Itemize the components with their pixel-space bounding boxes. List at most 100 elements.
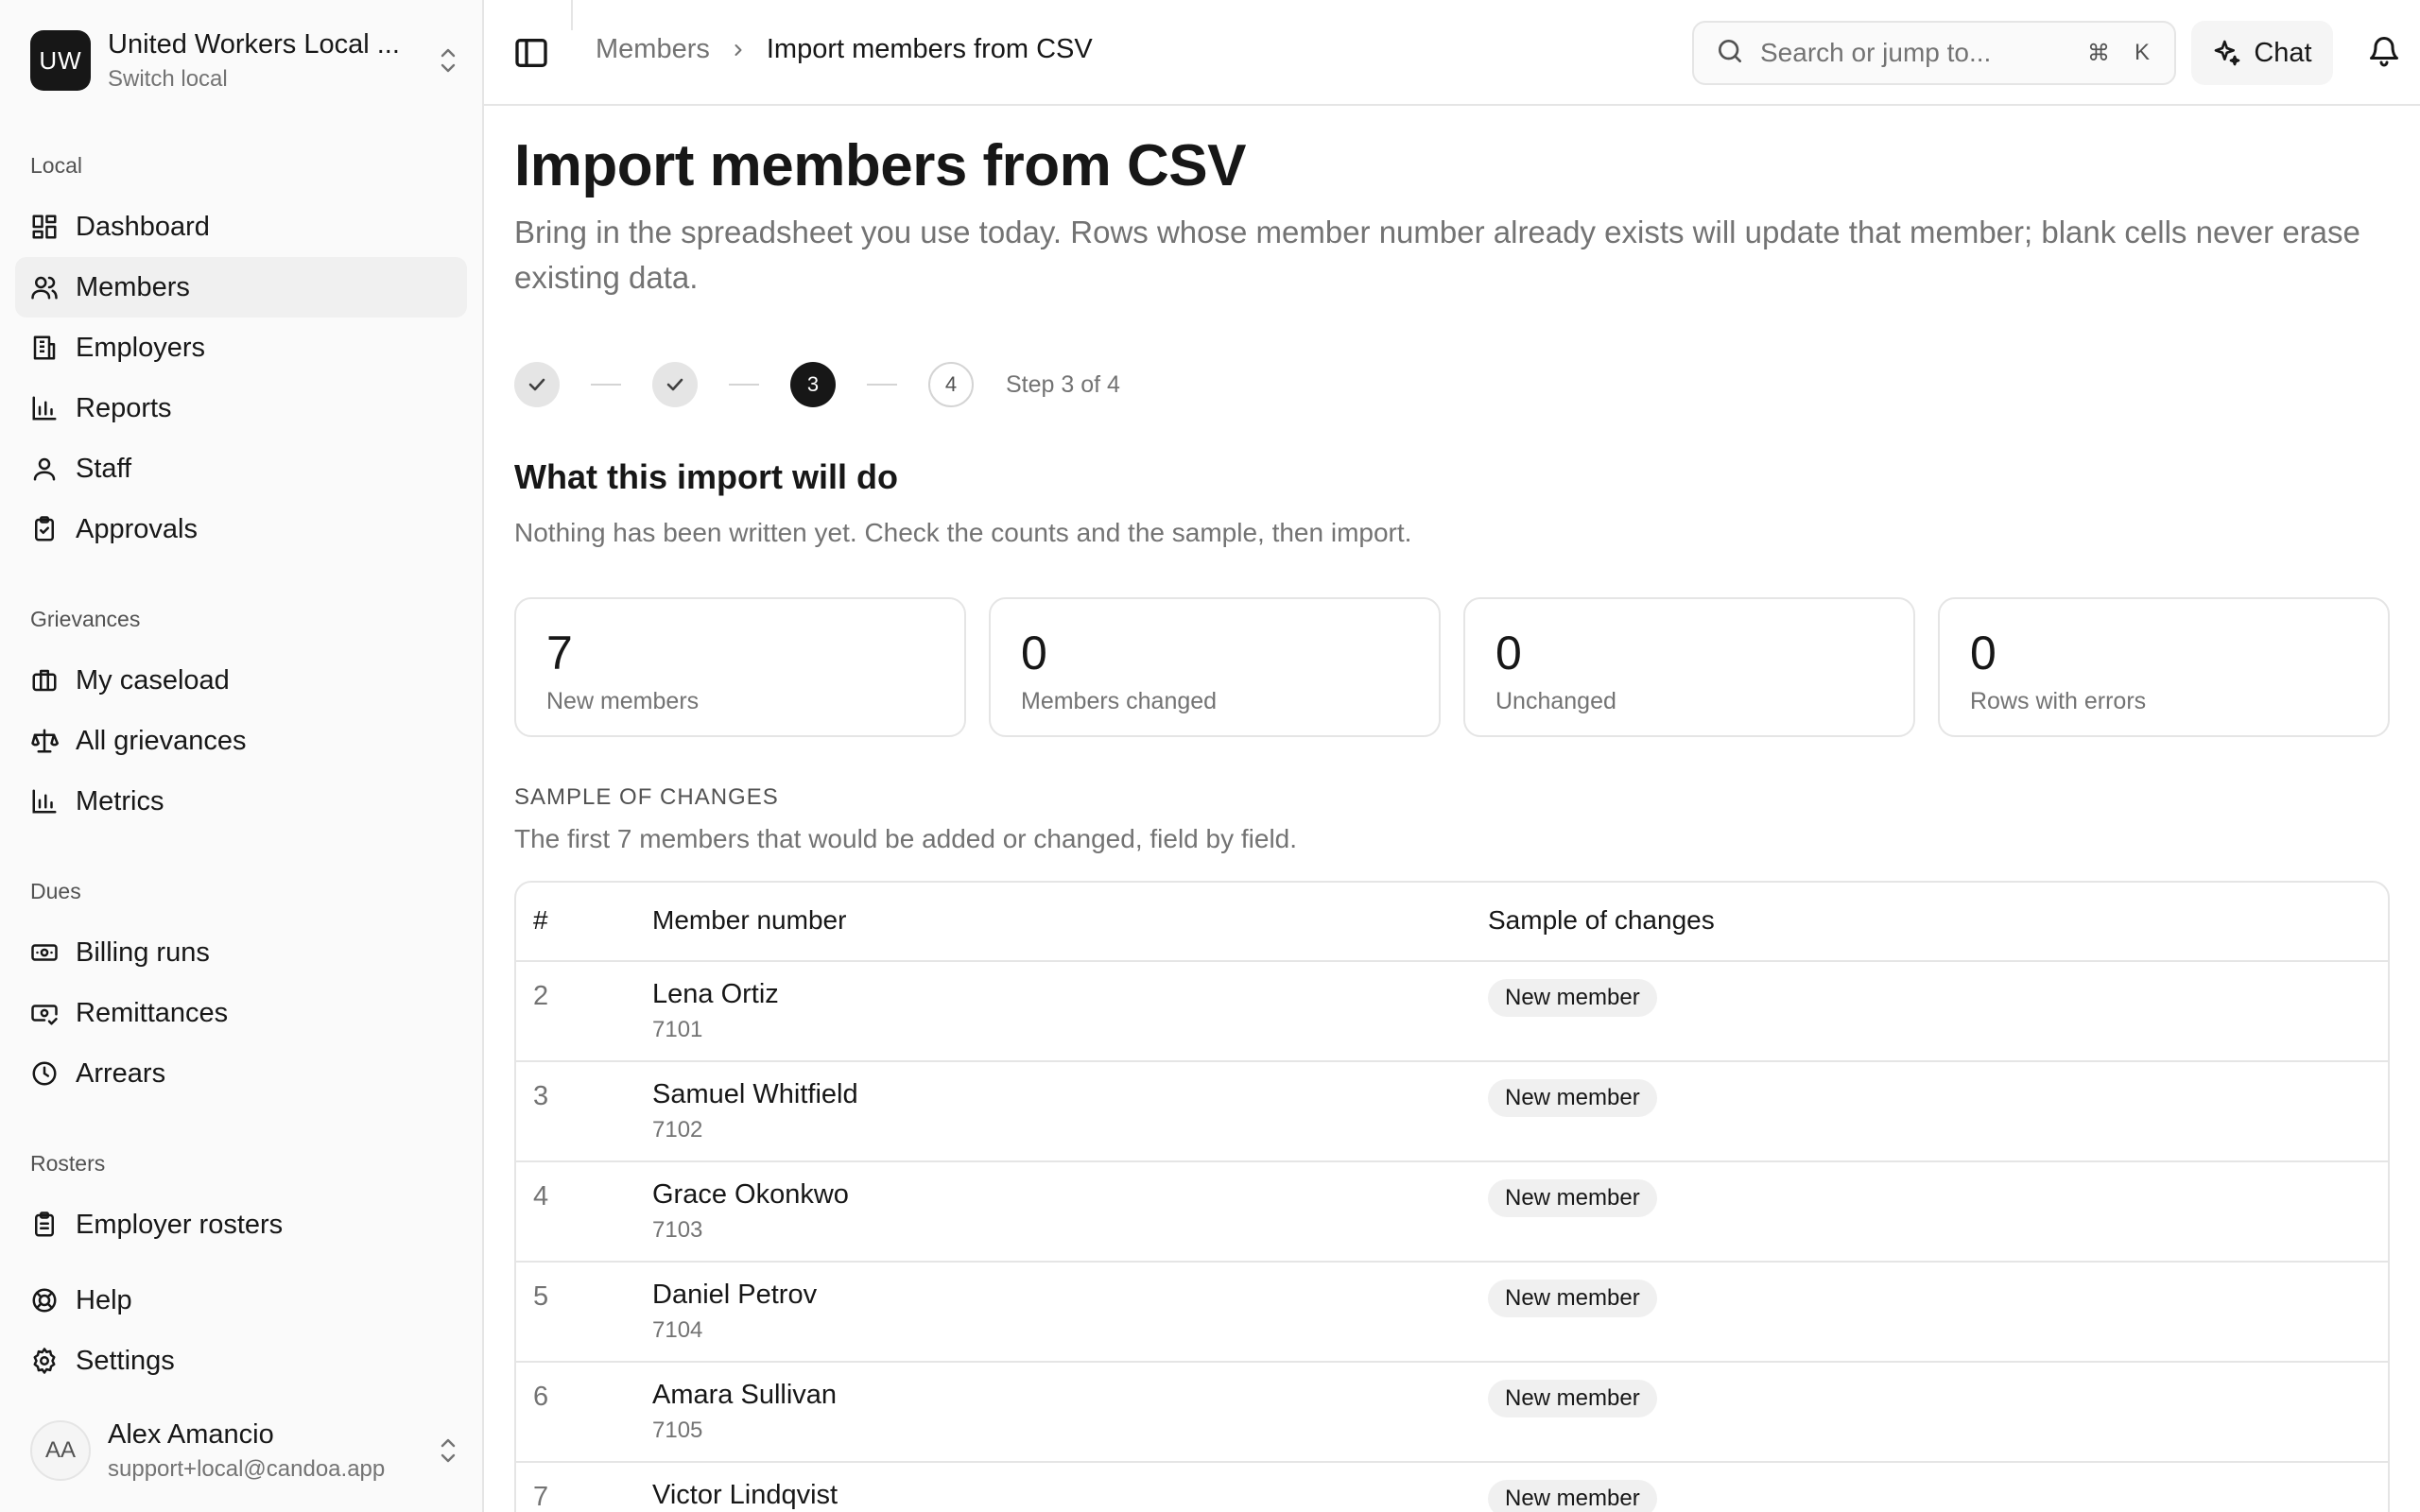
member-name: Amara Sullivan bbox=[652, 1380, 838, 1410]
chevrons-up-down-icon bbox=[435, 1432, 461, 1469]
table-row: 3 Samuel Whitfield 7102 New member bbox=[516, 1060, 2388, 1160]
stat-card-rows-with-errors: 0 Rows with errors bbox=[1938, 597, 2390, 737]
sidebar-item-billing-runs[interactable]: Billing runs bbox=[15, 922, 467, 983]
banknote-icon bbox=[31, 944, 58, 961]
divider bbox=[571, 0, 573, 30]
stat-value: 0 bbox=[1495, 627, 1522, 679]
sidebar-item-all-grievances[interactable]: All grievances bbox=[15, 711, 467, 771]
member-number: 7104 bbox=[652, 1317, 703, 1343]
sample-heading: SAMPLE OF CHANGES bbox=[514, 784, 779, 810]
page-description: Bring in the spreadsheet you use today. … bbox=[514, 215, 2360, 295]
sidebar-item-dashboard[interactable]: Dashboard bbox=[15, 197, 467, 257]
stat-value: 7 bbox=[546, 627, 573, 679]
clock-icon bbox=[32, 1061, 57, 1086]
sidebar-item-arrears[interactable]: Arrears bbox=[15, 1043, 467, 1104]
row-number: 2 bbox=[533, 981, 549, 1011]
search-icon bbox=[1715, 36, 1745, 71]
user-menu[interactable]: AA Alex Amancio support+local@candoa.app bbox=[30, 1418, 461, 1484]
sidebar-item-help[interactable]: Help bbox=[15, 1270, 467, 1331]
building-icon bbox=[33, 335, 56, 360]
sparkles-icon bbox=[2215, 40, 2240, 66]
sidebar-toggle-icon[interactable] bbox=[512, 34, 550, 72]
sidebar-item-my-caseload[interactable]: My caseload bbox=[15, 650, 467, 711]
change-badge: New member bbox=[1488, 979, 1657, 1017]
sidebar-item-metrics[interactable]: Metrics bbox=[15, 771, 467, 832]
sidebar-item-label: Billing runs bbox=[76, 936, 210, 968]
member-name: Daniel Petrov bbox=[652, 1280, 818, 1310]
nav-section-local: Local bbox=[30, 153, 82, 178]
chat-button[interactable]: Chat bbox=[2191, 21, 2333, 85]
check-icon bbox=[666, 378, 683, 391]
sidebar-item-reports[interactable]: Reports bbox=[15, 378, 467, 438]
member-number: 7105 bbox=[652, 1418, 703, 1443]
change-badge: New member bbox=[1488, 1179, 1657, 1217]
sample-table: # Member number Sample of changes 2 Lena… bbox=[514, 881, 2390, 1512]
sidebar-item-label: Arrears bbox=[76, 1057, 166, 1089]
sidebar-item-employer-rosters[interactable]: Employer rosters bbox=[15, 1194, 467, 1255]
search-input[interactable]: Search or jump to... ⌘ K bbox=[1692, 21, 2176, 85]
stat-label: Members changed bbox=[1021, 688, 1218, 714]
stat-label: Rows with errors bbox=[1970, 688, 2147, 714]
summary-subtitle: Nothing has been written yet. Check the … bbox=[514, 518, 1412, 547]
user-name: Alex Amancio bbox=[108, 1418, 274, 1450]
sidebar-item-staff[interactable]: Staff bbox=[15, 438, 467, 499]
step-connector bbox=[729, 384, 759, 386]
sidebar-item-label: Reports bbox=[76, 392, 172, 423]
step-2 bbox=[652, 362, 698, 407]
stat-card-unchanged: 0 Unchanged bbox=[1463, 597, 1915, 737]
column-header-changes: Sample of changes bbox=[1488, 905, 1715, 935]
sidebar-item-label: Dashboard bbox=[76, 211, 210, 242]
lifebuoy-icon bbox=[32, 1288, 57, 1313]
nav-section-rosters: Rosters bbox=[30, 1151, 106, 1176]
change-badge: New member bbox=[1488, 1480, 1657, 1512]
sidebar: UW United Workers Local ... Switch local… bbox=[0, 0, 484, 1512]
step-4: 4 bbox=[928, 362, 974, 407]
stat-value: 0 bbox=[1970, 627, 1996, 679]
sidebar-item-label: Metrics bbox=[76, 785, 164, 816]
bar-chart-icon bbox=[32, 396, 57, 421]
sidebar-item-employers[interactable]: Employers bbox=[15, 318, 467, 378]
nav-section-dues: Dues bbox=[30, 879, 81, 903]
scale-icon bbox=[31, 729, 59, 753]
sidebar-item-remittances[interactable]: Remittances bbox=[15, 983, 467, 1043]
member-name: Grace Okonkwo bbox=[652, 1179, 849, 1210]
sample-subtitle: The first 7 members that would be added … bbox=[514, 824, 1298, 853]
sidebar-item-label: Settings bbox=[76, 1345, 175, 1376]
org-switcher[interactable]: UW United Workers Local ... Switch local bbox=[30, 28, 461, 93]
step-status: Step 3 of 4 bbox=[1006, 370, 1120, 398]
breadcrumb-members[interactable]: Members bbox=[596, 34, 710, 65]
sidebar-item-label: Members bbox=[76, 271, 190, 302]
column-header-number: # bbox=[533, 905, 548, 935]
sidebar-item-members[interactable]: Members bbox=[15, 257, 467, 318]
row-number: 3 bbox=[533, 1081, 549, 1111]
column-header-member-number: Member number bbox=[652, 905, 847, 935]
member-name: Victor Lindqvist bbox=[652, 1480, 838, 1510]
change-badge: New member bbox=[1488, 1079, 1657, 1117]
change-badge: New member bbox=[1488, 1380, 1657, 1418]
sidebar-item-label: Staff bbox=[76, 453, 132, 484]
org-subtitle: Switch local bbox=[108, 65, 228, 92]
import-stepper: 3 4 Step 3 of 4 bbox=[514, 362, 1120, 407]
top-bar: Members Import members from CSV Search o… bbox=[484, 0, 2420, 106]
bell-icon[interactable] bbox=[2367, 34, 2405, 72]
sidebar-item-label: Employers bbox=[76, 332, 205, 363]
org-name: United Workers Local ... bbox=[108, 28, 400, 60]
avatar: AA bbox=[30, 1420, 91, 1481]
sidebar-item-settings[interactable]: Settings bbox=[15, 1331, 467, 1391]
clipboard-check-icon bbox=[35, 516, 54, 541]
clipboard-list-icon bbox=[35, 1211, 54, 1237]
org-logo: UW bbox=[30, 30, 91, 91]
remittance-icon bbox=[31, 1005, 58, 1025]
sidebar-item-label: Approvals bbox=[76, 513, 198, 544]
step-connector bbox=[591, 384, 621, 386]
page-title: Import members from CSV bbox=[514, 133, 1247, 198]
stat-label: Unchanged bbox=[1495, 688, 1616, 714]
shortcut-key: K bbox=[2134, 40, 2150, 65]
summary-title: What this import will do bbox=[514, 457, 898, 496]
user-icon bbox=[33, 457, 56, 481]
row-number: 7 bbox=[533, 1482, 549, 1512]
check-icon bbox=[528, 378, 545, 391]
sidebar-item-approvals[interactable]: Approvals bbox=[15, 499, 467, 559]
chevron-right-icon bbox=[729, 41, 748, 60]
breadcrumb-current: Import members from CSV bbox=[766, 34, 1093, 64]
